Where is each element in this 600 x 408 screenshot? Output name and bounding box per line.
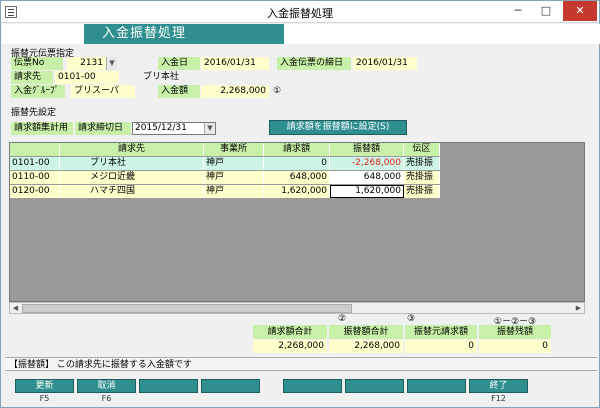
fkey-button[interactable] [201, 379, 260, 393]
row-transfer-editing[interactable]: 1,620,000 [330, 185, 404, 198]
table-row[interactable]: 0120-00 ハマチ四国 神戸 1,620,000 1,620,000 売掛振 [10, 185, 440, 198]
main-window: 入金振替処理 ─ □ ✕ 入金振替処理 振替元伝票指定 伝票No 2131 ▼ … [0, 0, 600, 408]
billed-total-value: 2,268,000 [253, 340, 327, 353]
fkey-button[interactable] [345, 379, 404, 393]
row-category: 売掛振 [404, 185, 440, 198]
group-value: ブリスーパ [71, 85, 135, 98]
row-transfer[interactable]: 648,000 [330, 171, 404, 184]
scroll-thumb[interactable] [22, 304, 352, 313]
amount-label: 入金額 [158, 85, 200, 98]
col-header-transfer: 振替額 [330, 143, 404, 156]
remaining-value: 0 [479, 340, 551, 353]
table-row[interactable]: 0110-00 メジロ近畿 神戸 648,000 648,000 売掛振 [10, 171, 440, 184]
transfer-total-label: 振替額合計 [329, 325, 403, 339]
billing-name: ブリ本社 [143, 72, 180, 82]
slip-no-value: 2131 [80, 58, 103, 68]
horizontal-scrollbar[interactable]: ◀ ▶ [9, 302, 585, 314]
row-code: 0110-00 [10, 171, 60, 184]
row-category: 売掛振 [404, 157, 440, 170]
transfer-total-value: 2,268,000 [329, 340, 403, 353]
close-button[interactable]: ✕ [563, 1, 597, 21]
col-header-office: 事業所 [204, 143, 264, 156]
closing-date-select[interactable]: 2015/12/31 ▼ [132, 122, 216, 135]
minimize-button[interactable]: ─ [505, 1, 531, 21]
closing-label: 請求締切日 [75, 122, 131, 135]
summary-mark-3: ③ [406, 314, 416, 324]
row-office: 神戸 [204, 171, 264, 184]
billing-code: 0101-00 [55, 71, 119, 84]
row-billed: 648,000 [264, 171, 330, 184]
row-office: 神戸 [204, 157, 264, 170]
col-header-billed: 請求額 [264, 143, 330, 156]
row-billed: 0 [264, 157, 330, 170]
title-bar: 入金振替処理 ─ □ ✕ [1, 1, 599, 23]
f6-key-caption: F6 [101, 394, 112, 403]
row-name: メジロ近畿 [60, 171, 204, 184]
row-transfer[interactable]: -2,268,000 [330, 157, 404, 170]
fkey-button[interactable] [407, 379, 466, 393]
f5-update-button[interactable]: 更新 [15, 379, 74, 393]
f6-cancel-button[interactable]: 取消 [77, 379, 136, 393]
row-code: 0101-00 [10, 157, 60, 170]
scroll-right-icon[interactable]: ▶ [573, 303, 584, 313]
row-billed: 1,620,000 [264, 185, 330, 198]
f12-exit-button[interactable]: 終了 [469, 379, 528, 393]
dest-section-heading: 振替先設定 [11, 108, 57, 118]
scroll-left-icon[interactable]: ◀ [10, 303, 21, 313]
chevron-down-icon[interactable]: ▼ [106, 57, 117, 70]
deposit-date-value: 2016/01/31 [201, 57, 269, 70]
f5-key-caption: F5 [39, 394, 50, 403]
assign-billed-button[interactable]: 請求額を振替額に設定(S) [269, 120, 407, 135]
amount-value: 2,268,000 [201, 85, 269, 98]
deposit-date-label: 入金日 [158, 57, 200, 70]
col-header-name: 請求先 [60, 143, 204, 156]
table-row[interactable]: 0101-00 ブリ本社 神戸 0 -2,268,000 売掛振 [10, 157, 440, 170]
amount-mark: ① [273, 86, 282, 96]
closing-date-select-value: 2015/12/31 [135, 123, 187, 133]
transfer-grid: 請求先 事業所 請求額 振替額 伝区 0101-00 ブリ本社 神戸 0 -2,… [9, 142, 585, 302]
row-name: ブリ本社 [60, 157, 204, 170]
row-category: 売掛振 [404, 171, 440, 184]
closing-date-value: 2016/01/31 [353, 57, 417, 70]
group-label: 入金ｸﾞﾙｰﾌﾟ [11, 85, 65, 98]
row-office: 神戸 [204, 185, 264, 198]
billed-total-label: 請求額合計 [253, 325, 327, 339]
status-bar: 【振替額】 この請求先に振替する入金額です [5, 357, 597, 371]
slip-no-field[interactable]: 2131 ▼ [67, 57, 117, 70]
row-code: 0120-00 [10, 185, 60, 198]
aggregate-label: 請求額集計用 [11, 122, 73, 135]
source-billed-label: 振替元請求額 [405, 325, 477, 339]
page-title: 入金振替処理 [84, 24, 284, 44]
header-bar: 入金振替処理 [2, 24, 600, 44]
slip-no-label: 伝票No [11, 57, 63, 70]
f12-key-caption: F12 [491, 394, 506, 403]
billing-label: 請求先 [11, 71, 53, 84]
chevron-down-icon[interactable]: ▼ [204, 123, 215, 134]
source-billed-value: 0 [405, 340, 477, 353]
col-header-category: 伝区 [404, 143, 440, 156]
remaining-label: 振替残額 [479, 325, 551, 339]
col-header-code [10, 143, 60, 156]
fkey-button[interactable] [283, 379, 342, 393]
fkey-button[interactable] [139, 379, 198, 393]
maximize-button[interactable]: □ [533, 1, 559, 21]
closing-date-label: 入金伝票の締日 [277, 57, 351, 70]
row-name: ハマチ四国 [60, 185, 204, 198]
summary-mark-2: ② [337, 314, 347, 324]
